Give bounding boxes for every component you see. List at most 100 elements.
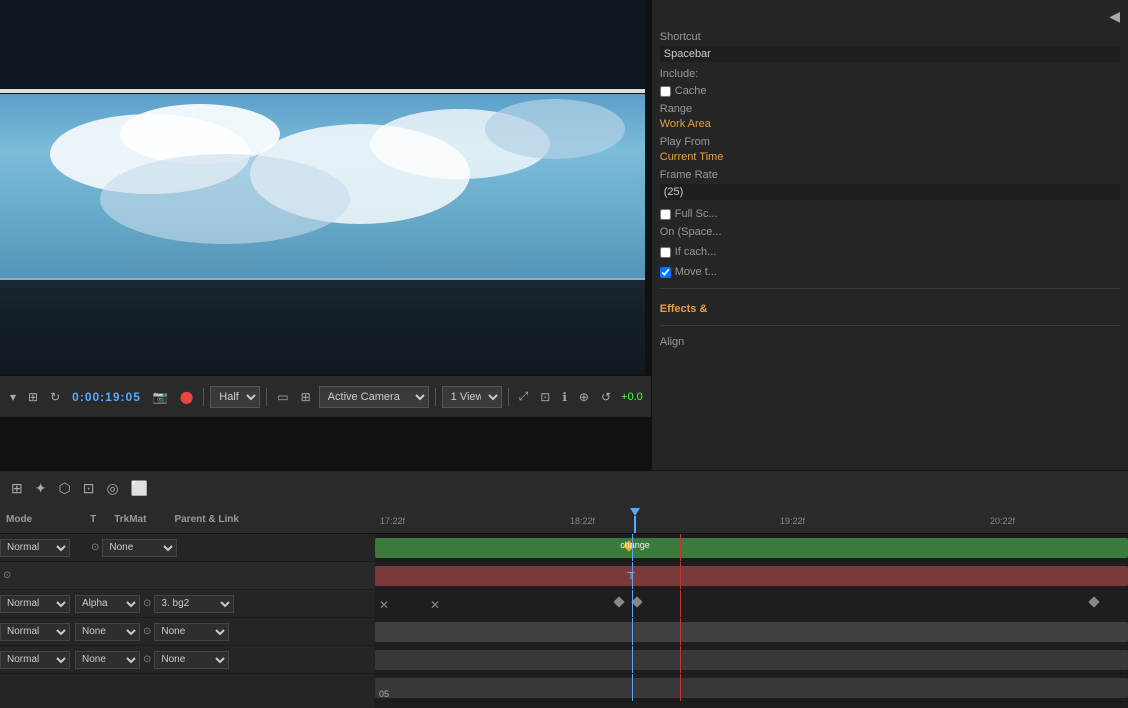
layer-row-2: ⊙ [0,562,375,590]
frame-rate-row: Frame Rate (25) [660,169,1120,200]
tl-btn-5[interactable]: ◎ [103,478,121,499]
mat-select-3[interactable]: Alpha [75,595,140,613]
if-cache-row: If cach... [660,246,1120,258]
link-icon-5: ⊙ [140,654,154,665]
rotation-icon: ⊙ [0,570,14,581]
timeline-content: Mode T TrkMat Parent & Link Normal ⊙ Non… [0,506,1128,708]
track-row-1: change [375,534,1128,562]
on-space-label: On (Space... [660,226,1120,238]
ruler-mark-1: 18:22f [570,516,595,526]
blue-line-6 [632,674,633,701]
separator1 [203,388,204,406]
preview-toolbar: ▾ ⊞ ↻ 0:00:19:05 📷 ⬤ Half ▭ ⊞ Active Cam… [0,375,651,417]
full-screen-label: Full Sc... [675,208,718,220]
separation-line2 [0,278,645,280]
if-cache-checkbox[interactable] [660,247,671,258]
track-row-2: ⊤ [375,562,1128,590]
shortcut-value: Spacebar [660,46,1120,62]
expand-button[interactable]: ▾ [6,388,20,406]
red-line-6 [680,674,681,701]
track-row-4 [375,618,1128,646]
range-value: Work Area [660,118,1120,130]
mode-select-3[interactable]: Normal [0,595,70,613]
mode-select-5[interactable]: Normal [0,651,70,669]
track-dark-2 [375,678,1128,698]
header-t: T [90,514,96,525]
number-label: 05 [379,689,389,699]
camera-icon-btn[interactable]: 📷 [149,388,172,406]
layer-header: Mode T TrkMat Parent & Link [0,506,375,534]
layout-rect-btn[interactable]: ▭ [273,388,292,406]
cache-label: Cache [675,85,707,97]
header-trkmat: TrkMat [114,514,146,525]
full-screen-checkbox[interactable] [660,209,671,220]
parent-select-4[interactable]: None [154,623,229,641]
loop-button[interactable]: ↻ [46,388,64,406]
parent-select-5[interactable]: None [154,651,229,669]
parent-select-1[interactable]: None [102,539,177,557]
red-line-3 [680,590,681,617]
move-to-checkbox[interactable] [660,267,671,278]
ruler-marks: 17:22f 18:22f 19:22f 20:22f [375,506,1128,533]
play-from-row: Play From Current Time [660,136,1120,163]
red-line-5 [680,646,681,673]
play-from-value: Current Time [660,151,1120,163]
link-icon-1: ⊙ [88,542,102,553]
track-rows: change ⊤ [375,534,1128,708]
track-row-3: ✕ ✕ [375,590,1128,618]
track-row-5 [375,646,1128,674]
track-area: 17:22f 18:22f 19:22f 20:22f [375,506,1128,708]
mode-select-1[interactable]: Normal [0,539,70,557]
layer-row-3: Normal Alpha ⊙ 3. bg2 [0,590,375,618]
include-label: Include: [660,68,1120,80]
expand-view-btn[interactable]: ⤢ [515,387,533,406]
track-green-1 [375,538,1128,558]
reset-btn[interactable]: ↺ [597,388,615,406]
grid-btn[interactable]: ⊞ [297,388,315,406]
tl-btn-3[interactable]: ⬡ [55,478,73,499]
if-cache-label: If cach... [675,246,717,258]
red-line-4 [680,618,681,645]
tl-btn-6[interactable]: ⬜ [128,478,151,499]
kf-marker-3 [1088,596,1099,607]
change-label: change [620,540,650,550]
shortcut-label: Shortcut [660,31,1120,43]
collapse-button[interactable]: ◀ [660,8,1120,25]
section-divider [660,288,1120,289]
effects-title: Effects & [660,303,1120,315]
cache-checkbox-row: Cache [660,85,1120,97]
tl-btn-4[interactable]: ⊡ [80,478,98,499]
color-btn[interactable]: ⬤ [176,388,197,406]
letterbox-top [0,0,645,90]
track-row-6: 05 [375,674,1128,702]
mat-select-5[interactable]: None [75,651,140,669]
mat-select-4[interactable]: None [75,623,140,641]
tl-btn-1[interactable]: ⊞ [8,478,26,499]
frame-rate-value: (25) [660,184,1120,200]
track-dark-1 [375,650,1128,670]
timeline-area: ⊞ ✦ ⬡ ⊡ ◎ ⬜ Mode T TrkMat Parent & Link … [0,470,1128,708]
parent-select-3[interactable]: 3. bg2 [154,595,234,613]
info-btn[interactable]: ℹ [558,388,571,406]
layout-select[interactable]: 1 View [442,386,502,408]
include-row: Include: Cache [660,68,1120,97]
kf-marker-2: ✕ [430,598,440,612]
tl-btn-2[interactable]: ✦ [32,478,50,499]
full-screen-row: Full Sc... [660,208,1120,220]
red-line-2 [680,562,681,589]
region-button[interactable]: ⊞ [24,388,42,406]
mode-select-4[interactable]: Normal [0,623,70,641]
layer-row-4: Normal None ⊙ None [0,618,375,646]
play-from-label: Play From [660,136,1120,148]
snapshot-btn[interactable]: ⊡ [536,388,554,406]
blue-line-4 [632,618,633,645]
render-btn[interactable]: ⊕ [575,388,593,406]
separator2 [266,388,267,406]
cache-checkbox[interactable] [660,86,671,97]
letterbox-bottom [0,279,645,375]
move-to-label: Move t... [675,266,717,278]
view-select[interactable]: Active Camera [319,386,429,408]
separation-line [0,89,645,93]
quality-select[interactable]: Half [210,386,260,408]
preview-canvas [0,0,645,375]
